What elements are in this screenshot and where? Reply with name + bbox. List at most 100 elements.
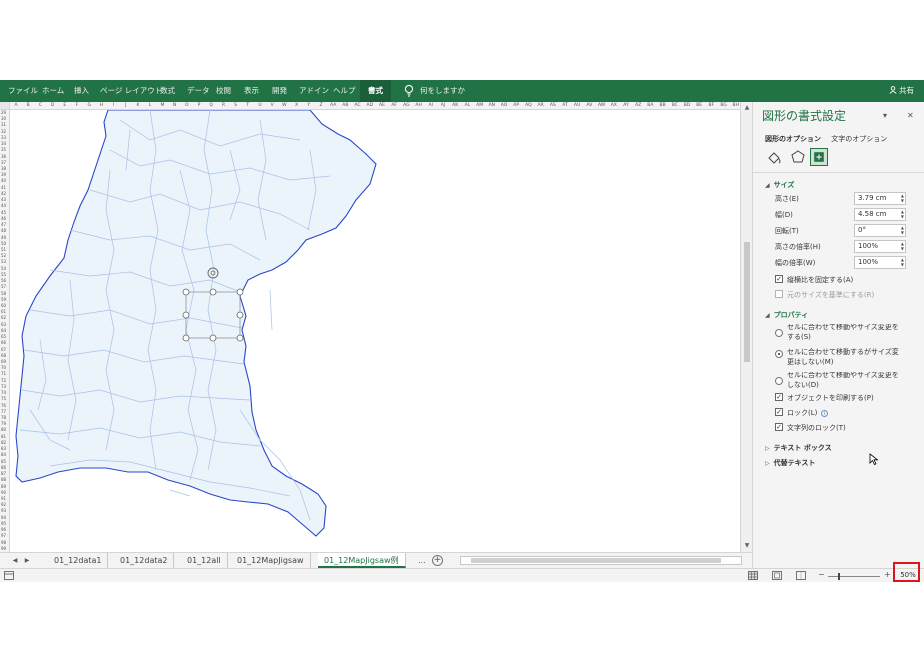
row-header[interactable]: 99 bbox=[1, 546, 9, 551]
tab-file[interactable]: ファイル bbox=[6, 80, 40, 102]
row-header[interactable]: 98 bbox=[1, 540, 9, 545]
tab-text-options[interactable]: 文字のオプション bbox=[831, 135, 887, 143]
row-header[interactable]: 44 bbox=[1, 203, 9, 208]
column-header[interactable]: D bbox=[47, 103, 59, 108]
horizontal-scroll-thumb[interactable] bbox=[471, 558, 721, 563]
tab-addins[interactable]: アドイン bbox=[297, 80, 331, 102]
column-header[interactable]: AV bbox=[583, 103, 595, 108]
column-header[interactable]: G bbox=[83, 103, 95, 108]
page-break-view-icon[interactable] bbox=[796, 571, 806, 580]
row-header[interactable]: 92 bbox=[1, 502, 9, 507]
column-header[interactable]: H bbox=[95, 103, 107, 108]
scale-width-input[interactable]: 100% ▲ ▼ bbox=[854, 256, 906, 269]
row-header[interactable]: 47 bbox=[1, 222, 9, 227]
row-header[interactable]: 72 bbox=[1, 378, 9, 383]
column-header[interactable]: AK bbox=[449, 103, 461, 108]
row-header[interactable]: 78 bbox=[1, 415, 9, 420]
column-header[interactable]: K bbox=[132, 103, 144, 108]
column-header[interactable]: AT bbox=[559, 103, 571, 108]
column-header[interactable]: BF bbox=[705, 103, 717, 108]
tab-next-icon[interactable]: ▶ bbox=[22, 555, 32, 567]
tab-developer[interactable]: 開発 bbox=[270, 80, 289, 102]
row-header[interactable]: 32 bbox=[1, 129, 9, 134]
resize-handle-n[interactable] bbox=[209, 288, 217, 296]
column-headers[interactable]: A B C D E F G H I J K L M N O P Q R S T U V W X Y Z AA AB AC AD AE AF AG… bbox=[10, 102, 740, 110]
map-outline[interactable] bbox=[15, 110, 377, 537]
alt-text-section-header[interactable]: ▷ 代替テキスト bbox=[765, 458, 815, 468]
row-header[interactable]: 81 bbox=[1, 434, 9, 439]
zoom-out-icon[interactable]: − bbox=[818, 570, 825, 579]
column-header[interactable]: AE bbox=[376, 103, 388, 108]
select-all-corner[interactable] bbox=[0, 102, 10, 110]
resize-handle-ne[interactable] bbox=[236, 288, 244, 296]
row-header[interactable]: 70 bbox=[1, 365, 9, 370]
sheet-tab[interactable]: 01_12MapJigsaw bbox=[231, 553, 311, 568]
tab-review[interactable]: 校閲 bbox=[214, 80, 233, 102]
column-header[interactable]: BD bbox=[681, 103, 693, 108]
tell-me-search[interactable]: 何をしますか bbox=[418, 80, 467, 102]
row-header[interactable]: 82 bbox=[1, 440, 9, 445]
tab-view[interactable]: 表示 bbox=[242, 80, 261, 102]
column-header[interactable]: P bbox=[193, 103, 205, 108]
column-header[interactable]: U bbox=[254, 103, 266, 108]
rotation-spinner-icon[interactable]: ▲ ▼ bbox=[901, 225, 904, 235]
row-header[interactable]: 83 bbox=[1, 446, 9, 451]
row-header[interactable]: 77 bbox=[1, 409, 9, 414]
page-layout-view-icon[interactable] bbox=[772, 571, 782, 580]
column-header[interactable]: A bbox=[10, 103, 22, 108]
row-header[interactable]: 29 bbox=[1, 110, 9, 115]
tab-prev-icon[interactable]: ◀ bbox=[10, 555, 20, 567]
row-header[interactable]: 87 bbox=[1, 471, 9, 476]
radio-move-no-size[interactable]: セルに合わせて移動するがサイズ変更はしない(M) bbox=[775, 347, 905, 369]
sheet-tab[interactable]: 01_12all bbox=[181, 553, 228, 568]
resize-handle-s[interactable] bbox=[209, 334, 217, 342]
column-header[interactable]: R bbox=[217, 103, 229, 108]
column-header[interactable]: AU bbox=[571, 103, 583, 108]
tab-home[interactable]: ホーム bbox=[40, 80, 66, 102]
tab-shape-options[interactable]: 図形のオプション bbox=[765, 135, 821, 143]
row-header[interactable]: 74 bbox=[1, 390, 9, 395]
column-header[interactable]: BC bbox=[669, 103, 681, 108]
properties-section-header[interactable]: ◢ プロパティ bbox=[765, 310, 808, 320]
row-header[interactable]: 94 bbox=[1, 515, 9, 520]
row-header[interactable]: 76 bbox=[1, 403, 9, 408]
column-header[interactable]: AR bbox=[535, 103, 547, 108]
size-properties-icon[interactable] bbox=[810, 148, 828, 166]
row-header[interactable]: 37 bbox=[1, 160, 9, 165]
column-header[interactable]: Y bbox=[303, 103, 315, 108]
row-header[interactable]: 42 bbox=[1, 191, 9, 196]
scroll-down-icon[interactable]: ▼ bbox=[743, 542, 751, 550]
row-header[interactable]: 63 bbox=[1, 322, 9, 327]
row-header[interactable]: 58 bbox=[1, 291, 9, 296]
column-header[interactable]: C bbox=[34, 103, 46, 108]
row-header[interactable]: 80 bbox=[1, 427, 9, 432]
row-header[interactable]: 39 bbox=[1, 172, 9, 177]
row-header[interactable]: 35 bbox=[1, 147, 9, 152]
tab-format[interactable]: 書式 bbox=[360, 80, 391, 102]
textbox-section-header[interactable]: ▷ テキスト ボックス bbox=[765, 443, 832, 453]
column-header[interactable]: AI bbox=[425, 103, 437, 108]
row-header[interactable]: 54 bbox=[1, 266, 9, 271]
column-header[interactable]: AL bbox=[461, 103, 473, 108]
column-header[interactable]: V bbox=[266, 103, 278, 108]
row-header[interactable]: 49 bbox=[1, 235, 9, 240]
column-header[interactable]: AP bbox=[510, 103, 522, 108]
row-header[interactable]: 60 bbox=[1, 303, 9, 308]
horizontal-scrollbar[interactable] bbox=[460, 556, 742, 565]
row-header[interactable]: 48 bbox=[1, 228, 9, 233]
column-header[interactable]: W bbox=[278, 103, 290, 108]
row-header[interactable]: 61 bbox=[1, 309, 9, 314]
row-header[interactable]: 93 bbox=[1, 508, 9, 513]
sheet-tab[interactable]: 01_12data1 bbox=[48, 553, 109, 568]
effects-icon[interactable] bbox=[789, 148, 807, 166]
row-header[interactable]: 67 bbox=[1, 347, 9, 352]
column-header[interactable]: AD bbox=[364, 103, 376, 108]
row-header[interactable]: 50 bbox=[1, 241, 9, 246]
normal-view-icon[interactable] bbox=[748, 571, 758, 580]
column-header[interactable]: AY bbox=[620, 103, 632, 108]
column-header[interactable]: AN bbox=[486, 103, 498, 108]
column-header[interactable]: AB bbox=[339, 103, 351, 108]
column-header[interactable]: AM bbox=[474, 103, 486, 108]
row-header[interactable]: 68 bbox=[1, 353, 9, 358]
column-header[interactable]: N bbox=[169, 103, 181, 108]
